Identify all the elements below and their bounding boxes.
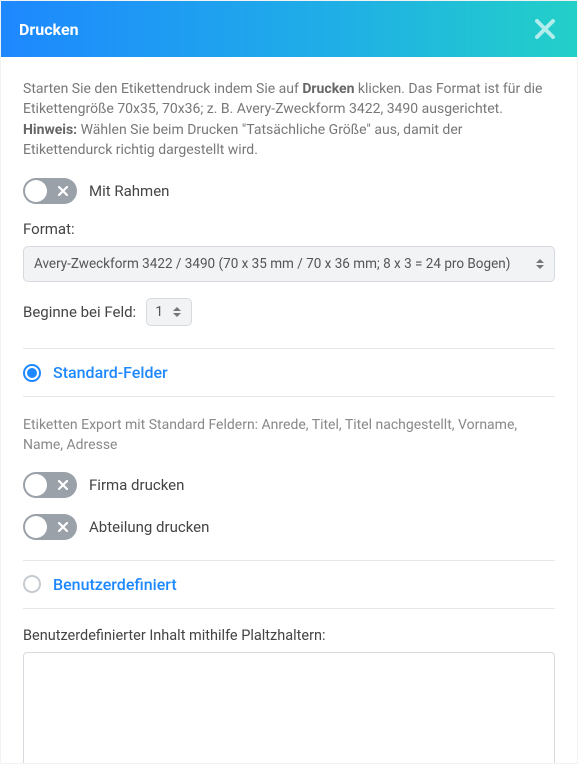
radio-section-custom: Benutzerdefiniert: [23, 560, 555, 609]
start-field-value: 1: [155, 304, 163, 320]
dialog-header: Drucken: [1, 1, 577, 57]
toggle-frame-label: Mit Rahmen: [89, 182, 169, 200]
x-icon: [58, 480, 68, 490]
toggle-department[interactable]: [23, 514, 77, 540]
toggle-department-row: Abteilung drucken: [23, 514, 555, 540]
intro-part1: Starten Sie den Etikettendruck indem Sie…: [23, 81, 302, 97]
start-field-select[interactable]: 1: [146, 298, 192, 326]
x-icon: [58, 186, 68, 196]
toggle-company[interactable]: [23, 472, 77, 498]
hint-text: Wählen Sie beim Drucken "Tatsächliche Gr…: [23, 122, 463, 158]
toggle-company-label: Firma drucken: [89, 476, 184, 494]
close-icon: [534, 18, 556, 40]
radio-custom-label: Benutzerdefiniert: [53, 575, 177, 594]
hint-label: Hinweis:: [23, 122, 77, 138]
intro-text: Starten Sie den Etikettendruck indem Sie…: [23, 79, 555, 160]
toggle-knob: [25, 180, 47, 202]
radio-standard-label: Standard-Felder: [53, 363, 168, 382]
standard-section-body: Etiketten Export mit Standard Feldern: A…: [23, 397, 555, 560]
radio-indicator: [23, 364, 41, 382]
x-icon: [58, 522, 68, 532]
radio-dot: [27, 368, 37, 378]
format-select[interactable]: Avery-Zweckform 3422 / 3490 (70 x 35 mm …: [23, 246, 555, 282]
toggle-company-row: Firma drucken: [23, 472, 555, 498]
radio-section-standard: Standard-Felder: [23, 348, 555, 397]
toggle-knob: [25, 516, 47, 538]
print-dialog: Drucken Starten Sie den Etikettendruck i…: [0, 0, 578, 764]
start-field-row: Beginne bei Feld: 1: [23, 298, 555, 326]
close-button[interactable]: [531, 15, 559, 43]
dialog-content: Starten Sie den Etikettendruck indem Sie…: [1, 57, 577, 763]
select-caret-icon: [532, 259, 548, 269]
intro-strong: Drucken: [302, 81, 354, 97]
standard-desc: Etiketten Export mit Standard Feldern: A…: [23, 415, 555, 456]
start-field-label: Beginne bei Feld:: [23, 303, 136, 321]
toggle-knob: [25, 474, 47, 496]
radio-standard[interactable]: Standard-Felder: [23, 363, 555, 382]
radio-indicator: [23, 575, 41, 593]
dialog-title: Drucken: [19, 20, 79, 39]
custom-content-label: Benutzerdefinierter Inhalt mithilfe Plal…: [23, 627, 555, 644]
toggle-frame-row: Mit Rahmen: [23, 178, 555, 204]
toggle-department-label: Abteilung drucken: [89, 518, 209, 536]
select-caret-icon: [169, 307, 185, 317]
custom-content-textarea[interactable]: [23, 652, 555, 763]
radio-custom[interactable]: Benutzerdefiniert: [23, 575, 555, 594]
toggle-frame[interactable]: [23, 178, 77, 204]
format-selected-value: Avery-Zweckform 3422 / 3490 (70 x 35 mm …: [34, 256, 510, 272]
format-label: Format:: [23, 220, 555, 238]
